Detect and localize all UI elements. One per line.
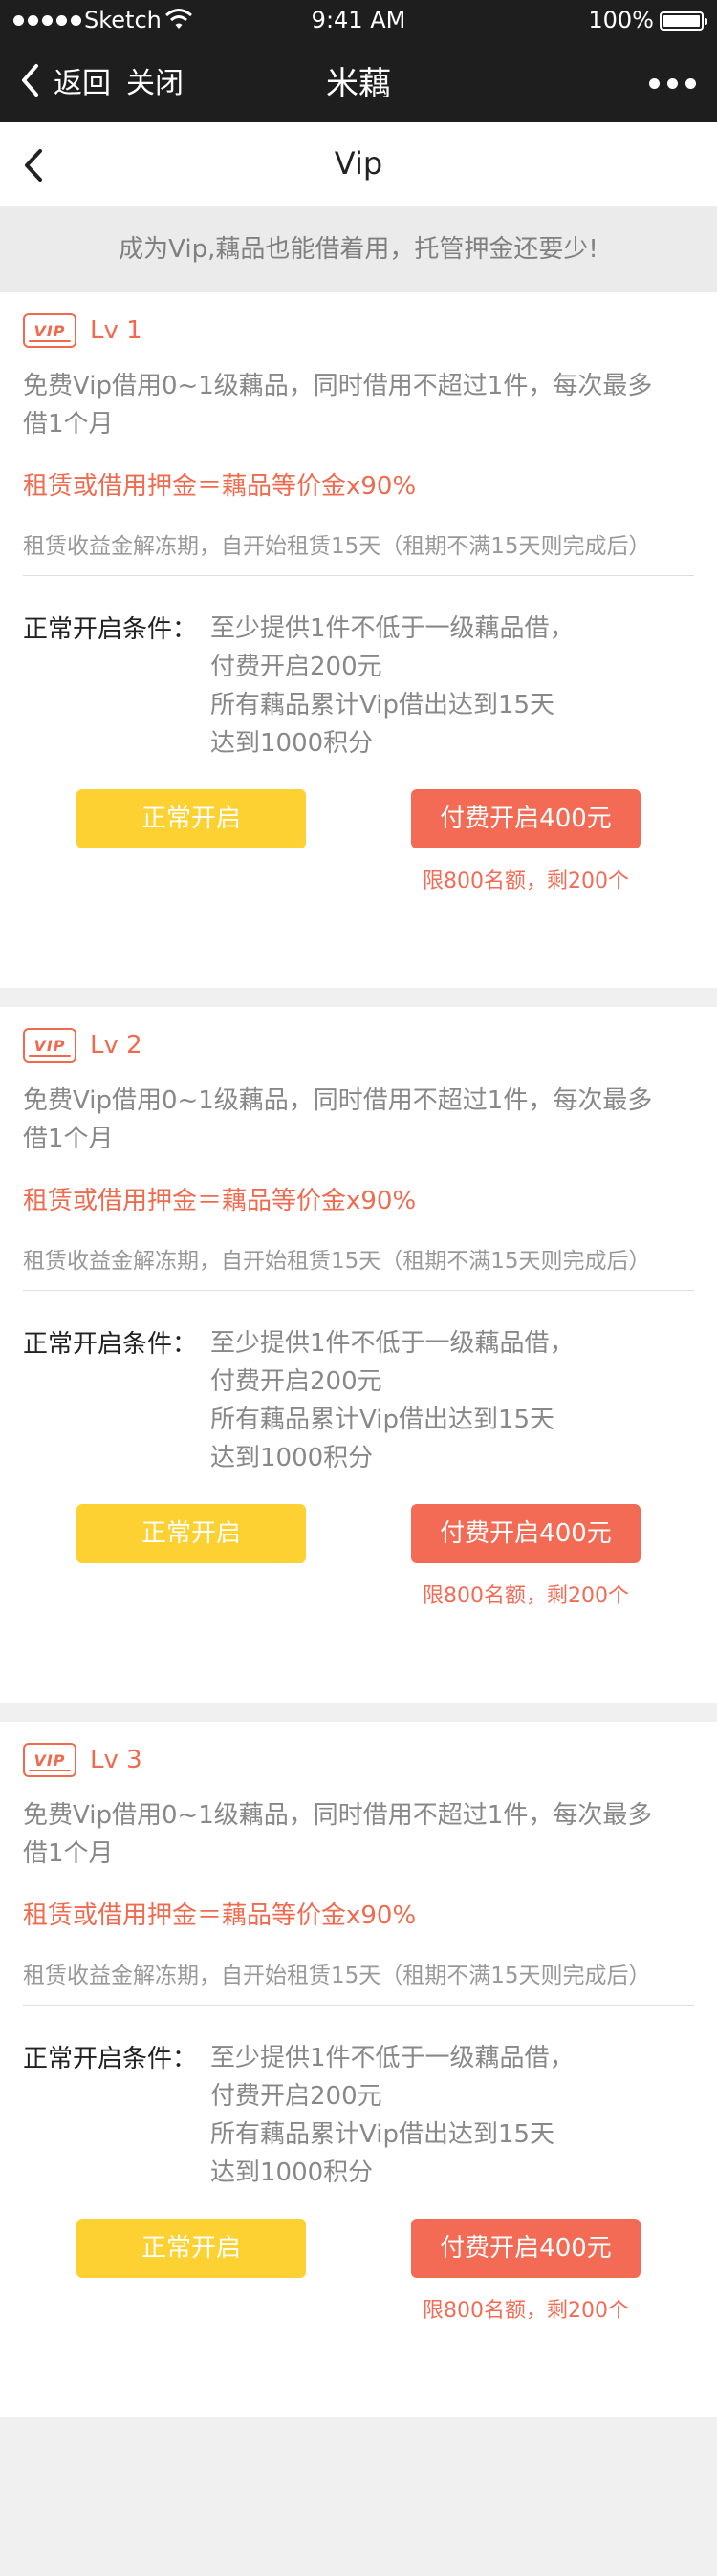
deposit-formula: 租赁或借用押金＝藕品等价金x90% — [23, 1187, 417, 1215]
normal-open-button[interactable]: 正常开启 — [76, 1504, 306, 1563]
divider — [23, 1290, 694, 1291]
battery-icon — [660, 11, 707, 31]
condition-item: 所有藕品累计Vip借出达到15天 — [210, 1406, 555, 1434]
vip-badge-icon: VIP — [23, 313, 76, 348]
conditions-list: 至少提供1件不低于一级藕品借， 付费开启200元 所有藕品累计Vip借出达到15… — [210, 2039, 575, 2192]
condition-item: 至少提供1件不低于一级藕品借， — [210, 2044, 575, 2072]
description-line: 借1个月 — [23, 1125, 114, 1153]
condition-item: 付费开启200元 — [210, 653, 382, 681]
deposit-formula: 租赁或借用押金＝藕品等价金x90% — [23, 472, 417, 501]
vip-level-card-2: VIP Lv 2 免费Vip借用0~1级藕品，同时借用不超过1件，每次最多 借1… — [0, 1007, 717, 1703]
level-description: 免费Vip借用0~1级藕品，同时借用不超过1件，每次最多 借1个月 — [23, 367, 692, 443]
vip-level-card-3: VIP Lv 3 免费Vip借用0~1级藕品，同时借用不超过1件，每次最多 借1… — [0, 1722, 717, 2417]
description-line: 借1个月 — [23, 1839, 114, 1868]
page-header: Vip — [0, 122, 717, 206]
battery-percent: 100% — [588, 7, 654, 33]
description-line: 借1个月 — [23, 410, 114, 439]
conditions-list: 至少提供1件不低于一级藕品借， 付费开启200元 所有藕品累计Vip借出达到15… — [210, 1324, 575, 1477]
condition-item: 付费开启200元 — [210, 1367, 382, 1396]
condition-item: 所有藕品累计Vip借出达到15天 — [210, 691, 555, 719]
more-options-icon[interactable] — [649, 78, 696, 89]
level-header: VIP Lv 3 — [23, 1743, 142, 1777]
vip-badge-icon: VIP — [23, 1028, 76, 1063]
level-description: 免费Vip借用0~1级藕品，同时借用不超过1件，每次最多 借1个月 — [23, 1082, 692, 1158]
normal-open-button[interactable]: 正常开启 — [76, 2219, 306, 2278]
condition-item: 达到1000积分 — [210, 1444, 374, 1472]
normal-open-button[interactable]: 正常开启 — [76, 789, 306, 848]
deposit-formula: 租赁或借用押金＝藕品等价金x90% — [23, 1901, 417, 1930]
page-title: Vip — [334, 145, 383, 182]
description-line: 免费Vip借用0~1级藕品，同时借用不超过1件，每次最多 — [23, 372, 653, 400]
condition-item: 付费开启200元 — [210, 2082, 382, 2111]
paid-open-button[interactable]: 付费开启400元 — [411, 2219, 641, 2278]
unfreeze-note: 租赁收益金解冻期，自开始租赁15天（租期不满15天则完成后） — [23, 534, 651, 559]
condition-item: 所有藕品累计Vip借出达到15天 — [210, 2120, 555, 2149]
condition-item: 至少提供1件不低于一级藕品借， — [210, 1329, 575, 1358]
description-line: 免费Vip借用0~1级藕品，同时借用不超过1件，每次最多 — [23, 1086, 653, 1115]
wechat-nav-bar: 返回 关闭 米藕 — [0, 42, 717, 122]
quota-text: 限800名额，剩200个 — [423, 2299, 629, 2323]
condition-item: 达到1000积分 — [210, 2158, 374, 2187]
divider — [23, 575, 694, 576]
level-header: VIP Lv 2 — [23, 1028, 142, 1063]
quota-text: 限800名额，剩200个 — [423, 1584, 629, 1608]
level-header: VIP Lv 1 — [23, 313, 142, 348]
paid-open-button[interactable]: 付费开启400元 — [411, 789, 641, 848]
unfreeze-note: 租赁收益金解冻期，自开始租赁15天（租期不满15天则完成后） — [23, 1249, 651, 1274]
info-banner: 成为Vip,藕品也能借着用，托管押金还要少! — [0, 206, 717, 292]
conditions-label: 正常开启条件： — [23, 1330, 198, 1359]
condition-item: 达到1000积分 — [210, 729, 374, 758]
status-bar: Sketch 9:41 AM 100% — [0, 0, 717, 42]
conditions-label: 正常开启条件： — [23, 615, 198, 644]
conditions-label: 正常开启条件： — [23, 2045, 198, 2073]
vip-level-card-1: VIP Lv 1 免费Vip借用0~1级藕品，同时借用不超过1件，每次最多 借1… — [0, 292, 717, 988]
conditions-list: 至少提供1件不低于一级藕品借， 付费开启200元 所有藕品累计Vip借出达到15… — [210, 610, 575, 762]
top-bar: Sketch 9:41 AM 100% 返回 关闭 米藕 — [0, 0, 717, 122]
level-label: Lv 3 — [90, 1746, 142, 1774]
vip-badge-icon: VIP — [23, 1743, 76, 1777]
quota-text: 限800名额，剩200个 — [423, 869, 629, 893]
nav-title: 米藕 — [326, 65, 391, 103]
paid-open-button[interactable]: 付费开启400元 — [411, 1504, 641, 1563]
level-description: 免费Vip借用0~1级藕品，同时借用不超过1件，每次最多 借1个月 — [23, 1796, 692, 1873]
unfreeze-note: 租赁收益金解冻期，自开始租赁15天（租期不满15天则完成后） — [23, 1964, 651, 1988]
divider — [23, 2005, 694, 2006]
description-line: 免费Vip借用0~1级藕品，同时借用不超过1件，每次最多 — [23, 1801, 653, 1830]
level-label: Lv 1 — [90, 316, 142, 345]
level-label: Lv 2 — [90, 1031, 142, 1060]
condition-item: 至少提供1件不低于一级藕品借， — [210, 614, 575, 643]
